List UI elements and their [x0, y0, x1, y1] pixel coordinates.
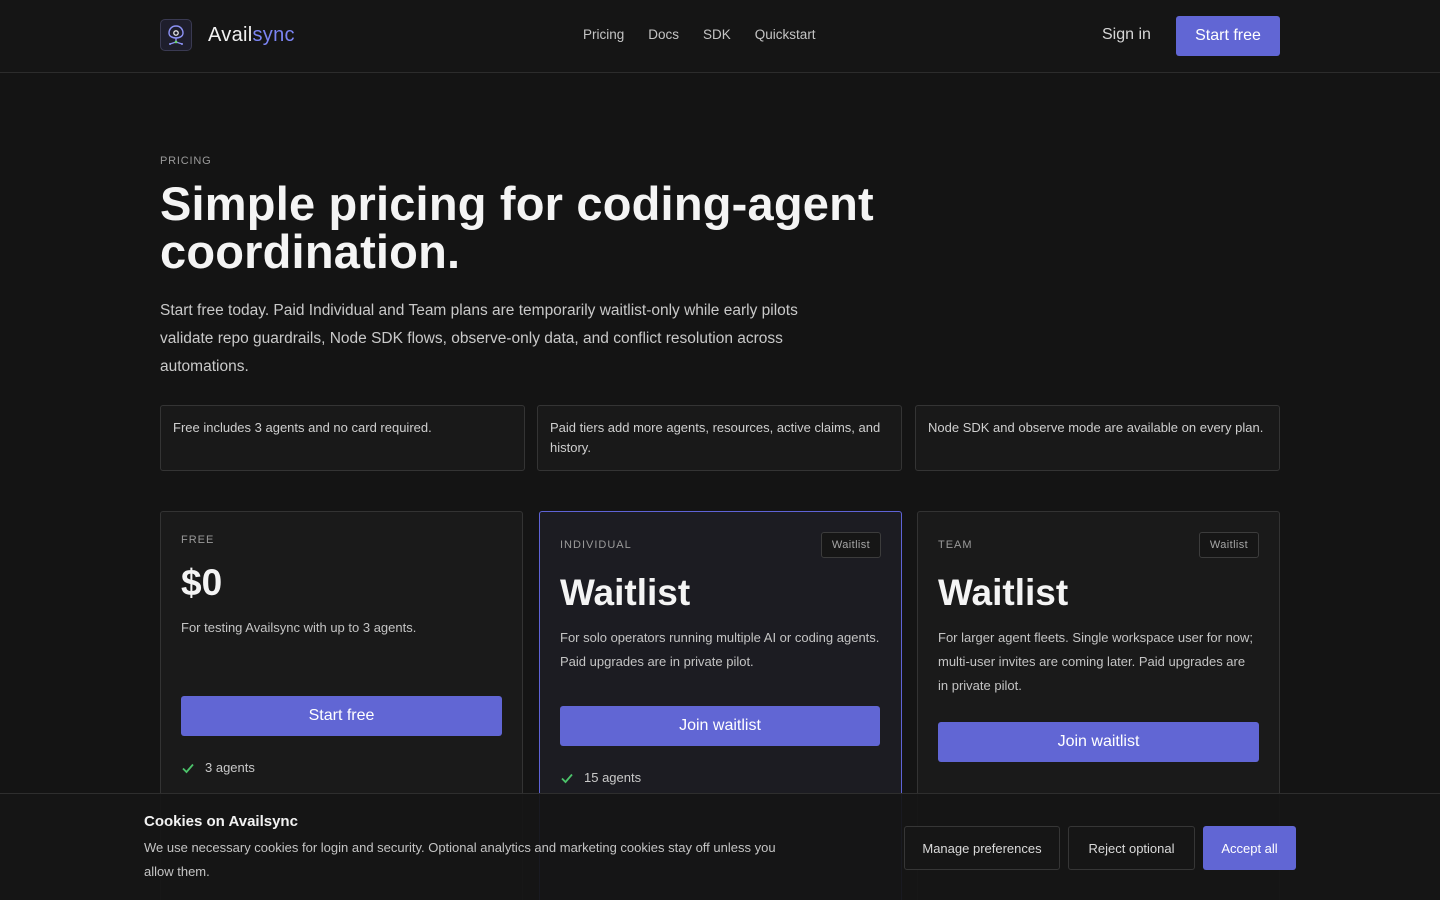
- waitlist-badge: Waitlist: [821, 532, 881, 558]
- start-free-header-button[interactable]: Start free: [1176, 16, 1280, 56]
- brand-logo[interactable]: Availsync: [160, 19, 295, 51]
- page-title: Simple pricing for coding-agent coordina…: [160, 177, 874, 278]
- plan-description: For larger agent fleets. Single workspac…: [938, 630, 1254, 693]
- manage-preferences-button[interactable]: Manage preferences: [904, 826, 1060, 870]
- cookie-banner: Cookies on Availsync We use necessary co…: [0, 793, 1440, 900]
- nav-link-quickstart[interactable]: Quickstart: [755, 27, 816, 42]
- accept-all-button[interactable]: Accept all: [1203, 826, 1296, 870]
- cookie-banner-title: Cookies on Availsync: [144, 813, 298, 830]
- info-box-sdk: Node SDK and observe mode are available …: [915, 405, 1280, 471]
- plan-description: For solo operators running multiple AI o…: [560, 630, 880, 669]
- plan-feature-label: 15 agents: [584, 770, 642, 785]
- plan-price: $0: [181, 562, 223, 603]
- join-waitlist-team-button[interactable]: Join waitlist: [938, 722, 1259, 762]
- plan-feature-label: 3 agents: [205, 760, 255, 775]
- plan-feature-item: 15 agents: [560, 770, 641, 785]
- cookie-banner-text: We use necessary cookies for login and s…: [144, 840, 776, 879]
- page-subtitle: Start free today. Paid Individual and Te…: [160, 302, 798, 375]
- waitlist-badge: Waitlist: [1199, 532, 1259, 558]
- sign-in-link[interactable]: Sign in: [1102, 26, 1151, 44]
- plan-price: Waitlist: [938, 572, 1069, 613]
- plan-tier: FREE: [181, 534, 215, 546]
- check-icon: [561, 773, 573, 783]
- join-waitlist-individual-button[interactable]: Join waitlist: [560, 706, 880, 746]
- plan-tier: TEAM: [938, 539, 973, 551]
- nav-link-docs[interactable]: Docs: [648, 27, 679, 42]
- plan-feature-item: 3 agents: [181, 760, 255, 775]
- plan-tier: INDIVIDUAL: [560, 539, 632, 551]
- brand-name: Availsync: [208, 24, 295, 47]
- top-nav-bar: Availsync Pricing Docs SDK Quickstart Si…: [0, 0, 1440, 73]
- check-icon: [182, 763, 194, 773]
- reject-optional-button[interactable]: Reject optional: [1068, 826, 1195, 870]
- info-box-free: Free includes 3 agents and no card requi…: [160, 405, 525, 471]
- plan-price: Waitlist: [560, 572, 691, 613]
- brand-name-part2: sync: [252, 23, 295, 46]
- main-nav: Pricing Docs SDK Quickstart: [583, 27, 816, 42]
- info-box-paid: Paid tiers add more agents, resources, a…: [537, 405, 902, 471]
- nav-link-pricing[interactable]: Pricing: [583, 27, 624, 42]
- start-free-plan-button[interactable]: Start free: [181, 696, 502, 736]
- brand-name-part1: Avail: [208, 23, 253, 46]
- robot-node-icon: [160, 19, 192, 51]
- plan-description: For testing Availsync with up to 3 agent…: [181, 620, 417, 635]
- section-eyebrow: PRICING: [160, 155, 212, 167]
- nav-link-sdk[interactable]: SDK: [703, 27, 731, 42]
